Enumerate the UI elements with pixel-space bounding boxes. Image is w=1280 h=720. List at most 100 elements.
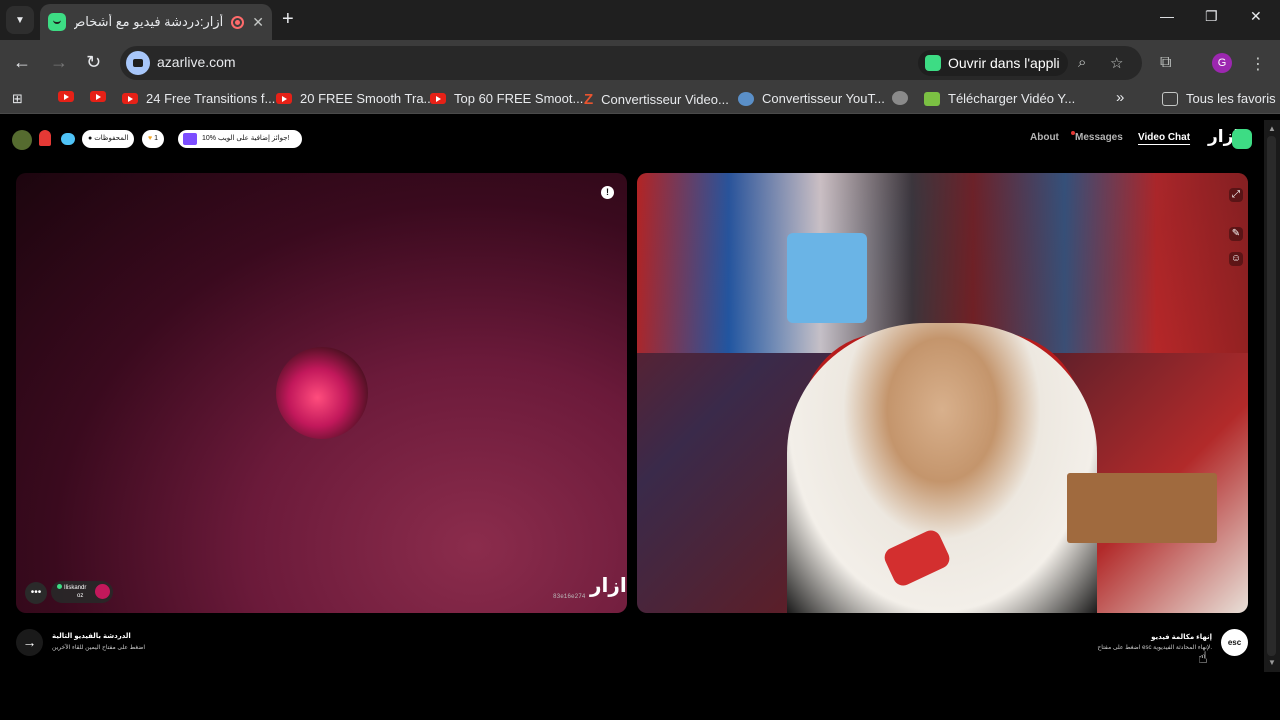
extensions-icon[interactable]: ⧉ (1160, 54, 1171, 72)
azar-app-icon (925, 55, 941, 71)
converter-icon (738, 91, 754, 106)
azar-logo-icon (1232, 129, 1252, 149)
next-chat-title: الدردشة بالفيديو التالية (52, 633, 131, 640)
chat-icon[interactable]: ••• (25, 582, 47, 604)
jersey-poster (787, 233, 867, 323)
bookmark-item[interactable]: Convertisseur YouT... (738, 91, 885, 106)
end-call-title: إنهاء مكالمة فيديو (1151, 634, 1212, 641)
bookmarks-bar: ⊞ 24 Free Transitions f... 20 FREE Smoot… (0, 86, 1280, 114)
gem-icon: ♥ (148, 135, 153, 142)
arrow-right-icon: → (22, 634, 37, 650)
clock-icon: ● (88, 135, 93, 142)
site-info-icon[interactable] (126, 51, 150, 75)
restore-button[interactable]: ❐ (1205, 8, 1218, 25)
recording-icon (231, 15, 245, 29)
globe-icon (892, 91, 908, 105)
back-button[interactable]: ← (13, 52, 31, 73)
bottom-area (0, 672, 1280, 720)
zoom-icon[interactable]: ⌕ (1078, 54, 1086, 71)
apps-grid-icon[interactable]: ⊞ (12, 91, 23, 107)
bookmark-item[interactable]: Télécharger Vidéo Y... (924, 91, 1075, 106)
chevron-down-icon: ▼ (15, 14, 25, 26)
new-tab-button[interactable]: + (282, 8, 294, 31)
chat-bubble-icon[interactable] (61, 133, 75, 145)
saved-button[interactable]: ● المحفوظات (82, 130, 135, 148)
user-country: oz (77, 593, 84, 599)
hummel-box (1067, 473, 1217, 543)
nav-video-chat[interactable]: Video Chat (1138, 132, 1190, 143)
close-tab-icon[interactable]: ✕ (252, 14, 264, 31)
web-bonus-banner[interactable]: 10% جوائز إضافية على الويب! (178, 130, 302, 148)
close-window-button[interactable]: ✕ (1250, 8, 1262, 25)
partner-preview-bubble (276, 347, 368, 439)
face-filter-icon[interactable]: ☺ (1229, 252, 1243, 266)
youtube-icon (276, 93, 292, 104)
bookmark-label: 20 FREE Smooth Tra... (300, 91, 435, 106)
reload-button[interactable]: ↻ (86, 52, 101, 73)
bookmark-item[interactable]: 24 Free Transitions f... (122, 91, 275, 106)
page-scrollbar[interactable]: ▲ ▼ (1264, 120, 1280, 672)
bookmark-item[interactable]: 20 FREE Smooth Tra... (276, 91, 434, 106)
partner-person (787, 323, 1097, 613)
open-in-app-label: Ouvrir dans l'appli (948, 55, 1060, 71)
profile-avatar[interactable]: G (1212, 53, 1232, 73)
tab-strip: ▼ أزار:دردشة فيديو مع أشخاص ✕ + — ❐ ✕ (0, 0, 1280, 40)
username: Iliskandr (64, 585, 87, 591)
saved-label: المحفوظات (94, 135, 129, 142)
end-call-esc-button[interactable]: esc (1221, 629, 1248, 656)
scroll-thumb[interactable] (1267, 136, 1276, 656)
my-video-panel: ! ••• Iliskandr oz 83e16e274 ازار (16, 173, 627, 613)
bookmark-item[interactable]: Z Convertisseur Video... (584, 91, 729, 108)
report-icon[interactable]: ! (601, 186, 614, 199)
azar-watermark: ازار (590, 575, 627, 597)
bookmark-label: 24 Free Transitions f... (146, 91, 276, 106)
magic-wand-icon[interactable]: ✎ (1229, 227, 1243, 241)
minimize-button[interactable]: — (1160, 8, 1174, 24)
end-call-hint: اضغط على مفتاح esc لإنهاء المحادثة الفيد… (1097, 645, 1212, 651)
youtube-icon (58, 91, 74, 102)
azar-page: ● المحفوظات ♥ 1 10% جوائز إضافية على الو… (0, 120, 1264, 672)
next-chat-hint: اضغط على مفتاح اليمين للقاء الآخرين (52, 645, 146, 651)
bookmark-star-icon[interactable]: ☆ (1110, 54, 1123, 72)
gems-count: 1 (154, 135, 159, 142)
browser-toolbar: ← → ↻ azarlive.com Ouvrir dans l'appli ⌕… (0, 40, 1280, 86)
youtube-icon (122, 93, 138, 104)
menu-icon[interactable]: ⋮ (1250, 54, 1266, 74)
all-bookmarks-folder[interactable]: Tous les favoris (1162, 91, 1276, 106)
tab-title: أزار:دردشة فيديو مع أشخاص (74, 14, 224, 29)
expand-icon[interactable]: ⤢ (1229, 188, 1243, 202)
bookmark-label: Top 60 FREE Smoot... (454, 91, 584, 106)
scroll-up-icon[interactable]: ▲ (1268, 124, 1276, 133)
url-text: azarlive.com (157, 54, 236, 70)
download-arrow-icon (924, 91, 940, 106)
z-logo-icon: Z (584, 91, 594, 108)
bookmark-label: Télécharger Vidéo Y... (948, 91, 1076, 106)
character-icon[interactable] (39, 130, 51, 146)
bonus-label: 10% جوائز إضافية على الويب! (202, 135, 290, 142)
address-bar[interactable]: azarlive.com Ouvrir dans l'appli ⌕ ☆ (120, 46, 1142, 80)
tab-search-button[interactable]: ▼ (6, 6, 34, 34)
next-chat-button[interactable]: → (16, 629, 43, 656)
gems-counter[interactable]: ♥ 1 (142, 130, 165, 148)
user-chip[interactable]: Iliskandr oz (51, 581, 113, 603)
scroll-down-icon[interactable]: ▼ (1268, 658, 1276, 667)
azar-favicon-icon (48, 13, 66, 31)
bookmarks-overflow-button[interactable]: » (1116, 89, 1124, 106)
globe-bookmark[interactable] (892, 91, 916, 105)
nav-about[interactable]: About (1030, 132, 1059, 143)
youtube-icon (90, 91, 106, 102)
bookmark-item[interactable]: Top 60 FREE Smoot... (430, 91, 583, 106)
bookmark-youtube-2[interactable] (90, 91, 114, 102)
forward-button[interactable]: → (50, 52, 68, 73)
folder-icon (1162, 91, 1178, 106)
avatar (95, 584, 110, 599)
browser-tab[interactable]: أزار:دردشة فيديو مع أشخاص ✕ (40, 4, 272, 40)
partner-video-panel: ⤢ ✎ ☺ (637, 173, 1248, 613)
nav-messages[interactable]: Messages (1075, 132, 1123, 143)
youtube-icon (430, 93, 446, 104)
bookmark-label: Convertisseur YouT... (762, 91, 885, 106)
bookmark-youtube-1[interactable] (58, 91, 82, 102)
status-online-icon (57, 584, 62, 589)
avatar-icon[interactable] (12, 130, 32, 150)
open-in-app-button[interactable]: Ouvrir dans l'appli (918, 50, 1068, 76)
